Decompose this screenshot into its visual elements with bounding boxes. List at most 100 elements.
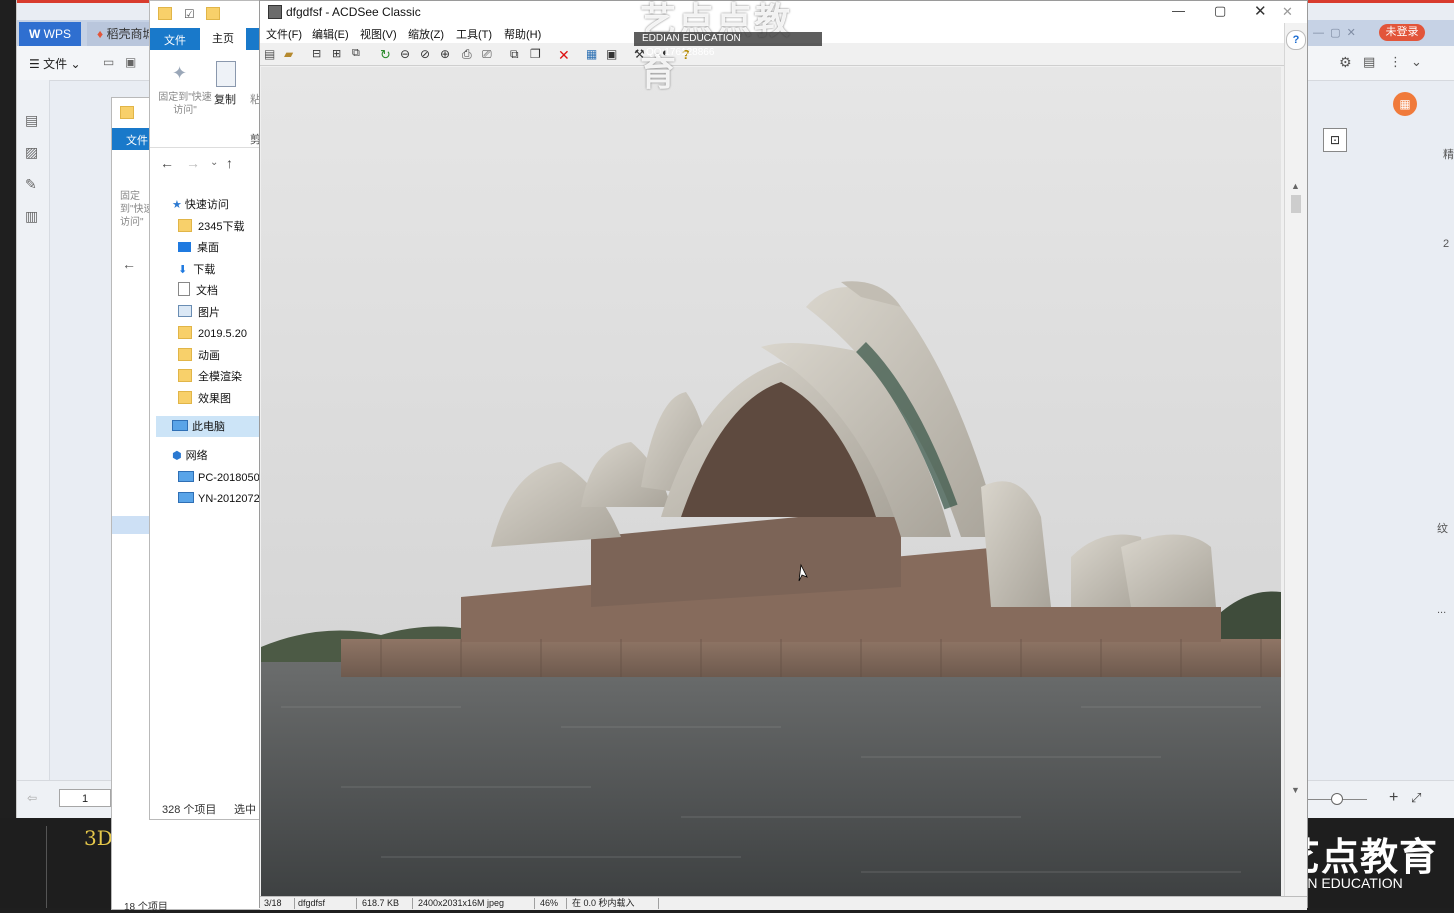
page-number-input[interactable]: 1	[59, 789, 111, 807]
copy-icon	[216, 61, 236, 87]
login-badge[interactable]: 未登录	[1379, 24, 1425, 41]
menu-edit[interactable]: 编辑(E)	[312, 26, 349, 42]
fit-page-icon[interactable]: ⊡	[1323, 128, 1347, 152]
wps-file-menu[interactable]: ☰ 文件 ⌄	[29, 55, 81, 72]
move-icon[interactable]: ❐	[530, 47, 544, 61]
tree-item-yn-2012072[interactable]: YN-2012072	[178, 489, 260, 509]
image-icon[interactable]: ▨	[25, 144, 38, 161]
pin-icon[interactable]: ✦	[172, 63, 187, 84]
tree-item-2345-downloads[interactable]: 2345下载	[178, 217, 244, 237]
new-folder-icon[interactable]	[206, 7, 226, 21]
zoom-in-button[interactable]: +	[1389, 789, 1398, 807]
help-circle-icon[interactable]: ?	[1286, 30, 1306, 50]
delete-icon[interactable]: ✕	[558, 47, 572, 63]
pin-quick-access-button[interactable]: 固定到"快速访问"	[156, 91, 214, 117]
copy-icon[interactable]: ⧉	[510, 47, 524, 61]
tab-home[interactable]: 主页	[200, 28, 246, 50]
folder-icon	[178, 219, 192, 232]
tree-item-full-render[interactable]: 全模渲染	[178, 367, 242, 387]
tab-file[interactable]: 文件	[164, 32, 186, 48]
properties-icon[interactable]: ☑	[184, 7, 195, 21]
copy-button[interactable]: 复制	[214, 91, 236, 107]
scan-icon[interactable]: ⎚	[482, 47, 496, 61]
wps-window-controls: — ▢ ✕	[1313, 27, 1356, 39]
tree-item-renderings[interactable]: 效果图	[178, 389, 231, 409]
window-title: dfgdfsf - ACDSee Classic	[286, 5, 421, 19]
status-index: 3/18	[260, 898, 295, 909]
close-button[interactable]: ✕	[1254, 2, 1267, 20]
comment-icon[interactable]: ▤	[1363, 54, 1375, 70]
info-icon[interactable]: ▣	[606, 47, 620, 61]
gear-icon[interactable]: ⚙	[1339, 54, 1352, 71]
computer-icon	[178, 471, 194, 482]
scroll-up-arrow[interactable]: ▲	[1291, 181, 1300, 191]
fullscreen-icon[interactable]: ⤢	[1411, 790, 1421, 806]
minimize-button[interactable]: —	[1172, 3, 1185, 18]
browse-icon[interactable]: ▤	[264, 47, 278, 61]
up-arrow-icon[interactable]: ↑	[226, 155, 233, 171]
status-zoom: 46%	[536, 898, 567, 909]
menu-zoom[interactable]: 缩放(Z)	[408, 26, 444, 42]
vertical-scrollbar[interactable]: ? ▲ ▼	[1284, 23, 1307, 896]
scroll-down-arrow[interactable]: ▼	[1291, 785, 1300, 795]
tree-item-documents[interactable]: 文档	[178, 281, 218, 301]
outer-close-icon[interactable]: ✕	[1282, 4, 1293, 20]
previous-image-icon[interactable]: ⊟	[312, 47, 326, 61]
folder-icon	[178, 391, 192, 404]
wps-left-rail: ▤ ▨ ✎ ▥	[17, 80, 50, 780]
assistant-icon[interactable]: ▦	[1393, 92, 1417, 116]
tree-item-this-pc[interactable]: 此电脑	[172, 417, 225, 437]
prev-page-icon[interactable]: ⇦	[27, 791, 37, 805]
tab-wps[interactable]: W WPS	[19, 22, 82, 46]
more-icon[interactable]: ⋮	[1389, 54, 1402, 70]
comment-list-icon[interactable]: ▥	[25, 208, 38, 225]
status-count: 18 个项目	[124, 902, 168, 913]
rotate-icon[interactable]: ↻	[380, 47, 394, 62]
image-viewer[interactable]	[261, 67, 1281, 896]
open-icon[interactable]: ▭	[103, 55, 114, 69]
menu-view[interactable]: 视图(V)	[360, 26, 397, 42]
tree-item-pictures[interactable]: 图片	[178, 303, 220, 323]
star-icon: ★	[172, 199, 185, 211]
download-icon: ⬇	[178, 264, 188, 276]
scroll-thumb[interactable]	[1291, 195, 1301, 213]
menu-help[interactable]: 帮助(H)	[504, 26, 541, 42]
properties-icon[interactable]: ▦	[586, 47, 600, 61]
side-label-2: 2	[1443, 238, 1450, 250]
open-icon[interactable]: ▰	[284, 47, 298, 61]
menu-tools[interactable]: 工具(T)	[456, 26, 492, 42]
folder-icon	[178, 369, 192, 382]
tree-item-downloads[interactable]: ⬇ 下载	[178, 260, 215, 280]
tree-item-desktop[interactable]: 桌面	[178, 238, 219, 258]
folder-icon	[120, 106, 140, 120]
back-arrow-icon[interactable]: ←	[122, 256, 136, 272]
tree-item-2019-5-20[interactable]: 2019.5.20	[178, 324, 247, 344]
zoom-slider-thumb[interactable]	[1331, 793, 1343, 805]
save-icon[interactable]: ▣	[125, 55, 136, 69]
recent-dropdown-icon[interactable]: ⌄	[210, 157, 218, 168]
selected-tree-row[interactable]	[112, 516, 152, 534]
brush-icon[interactable]: ✎	[25, 176, 37, 193]
tree-item-quick-access[interactable]: ★ 快速访问	[172, 195, 229, 215]
zoom-fit-icon[interactable]: ⊘	[420, 47, 434, 61]
status-filename: dfgdfsf	[294, 898, 357, 909]
tree-item-network[interactable]: ⬢ 网络	[172, 446, 208, 466]
document-icon	[178, 282, 190, 296]
tab-file[interactable]: 文件	[126, 132, 148, 148]
maximize-button[interactable]: ▢	[1214, 3, 1226, 19]
chevron-down-icon[interactable]: ⌄	[1411, 54, 1422, 70]
hamburger-icon: ☰	[29, 57, 44, 71]
next-image-icon[interactable]: ⊞	[332, 47, 346, 61]
print-icon[interactable]: ⎙	[462, 47, 476, 61]
outline-icon[interactable]: ▤	[25, 112, 38, 129]
tree-item-animation[interactable]: 动画	[178, 346, 220, 366]
back-arrow-icon[interactable]: ←	[160, 155, 174, 171]
picture-icon	[178, 305, 192, 317]
slideshow-icon[interactable]: ⧉	[352, 47, 366, 61]
status-item-count: 328 个项目	[162, 804, 217, 816]
zoom-out-icon[interactable]: ⊖	[400, 47, 414, 61]
menu-file[interactable]: 文件(F)	[266, 26, 302, 42]
tree-item-pc-2018050[interactable]: PC-2018050	[178, 468, 260, 488]
zoom-in-icon[interactable]: ⊕	[440, 47, 454, 61]
forward-arrow-icon[interactable]: →	[186, 155, 200, 171]
